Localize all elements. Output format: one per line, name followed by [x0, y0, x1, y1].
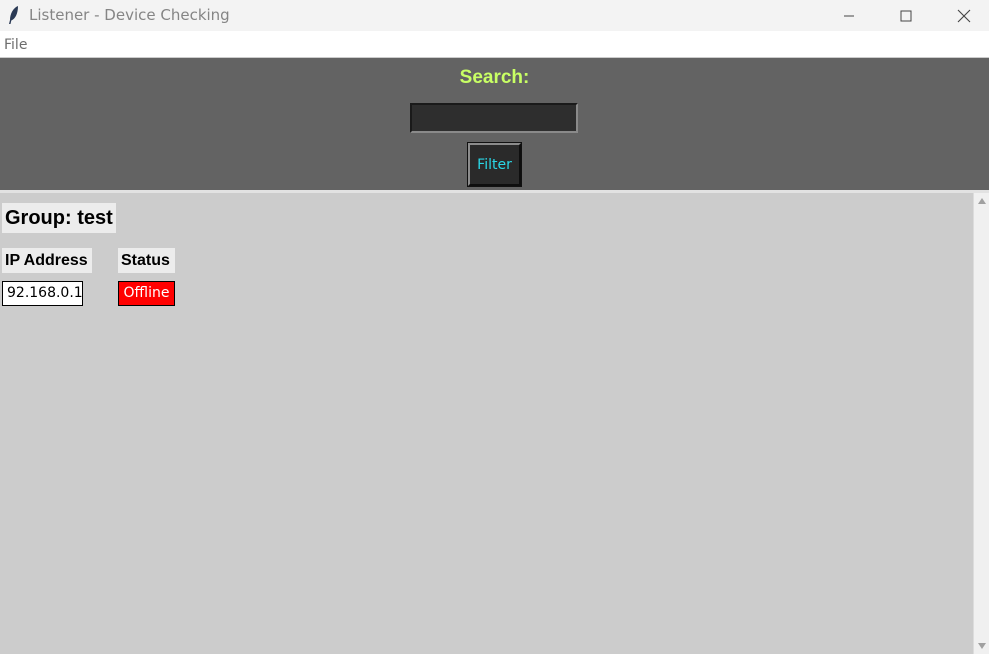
menu-bar: File — [0, 31, 989, 57]
minimize-button[interactable] — [820, 0, 878, 31]
filter-button-label: Filter — [477, 156, 512, 173]
vertical-scrollbar[interactable] — [973, 193, 989, 654]
chevron-down-icon — [978, 643, 986, 649]
group-title: Group: test — [2, 203, 116, 233]
title-bar: Listener - Device Checking — [0, 0, 989, 31]
scroll-down-button[interactable] — [976, 640, 988, 652]
maximize-button[interactable] — [877, 0, 935, 31]
status-badge: Offline — [118, 281, 175, 306]
menu-file[interactable]: File — [4, 37, 27, 53]
feather-icon — [9, 6, 18, 24]
close-icon — [957, 9, 971, 22]
ip-address-cell: 92.168.0.1 — [2, 281, 83, 306]
search-input[interactable] — [410, 103, 578, 133]
scroll-up-button[interactable] — [976, 195, 988, 207]
minimize-icon — [844, 15, 854, 16]
filter-button[interactable]: Filter — [467, 142, 522, 187]
search-label: Search: — [459, 67, 530, 88]
window-title: Listener - Device Checking — [29, 6, 230, 24]
close-button[interactable] — [935, 0, 989, 31]
search-panel: Search: Filter — [0, 58, 989, 190]
chevron-up-icon — [978, 198, 986, 204]
column-header-status: Status — [118, 248, 175, 273]
column-header-ip: IP Address — [2, 248, 92, 273]
maximize-icon — [900, 10, 912, 21]
divider — [0, 190, 989, 193]
